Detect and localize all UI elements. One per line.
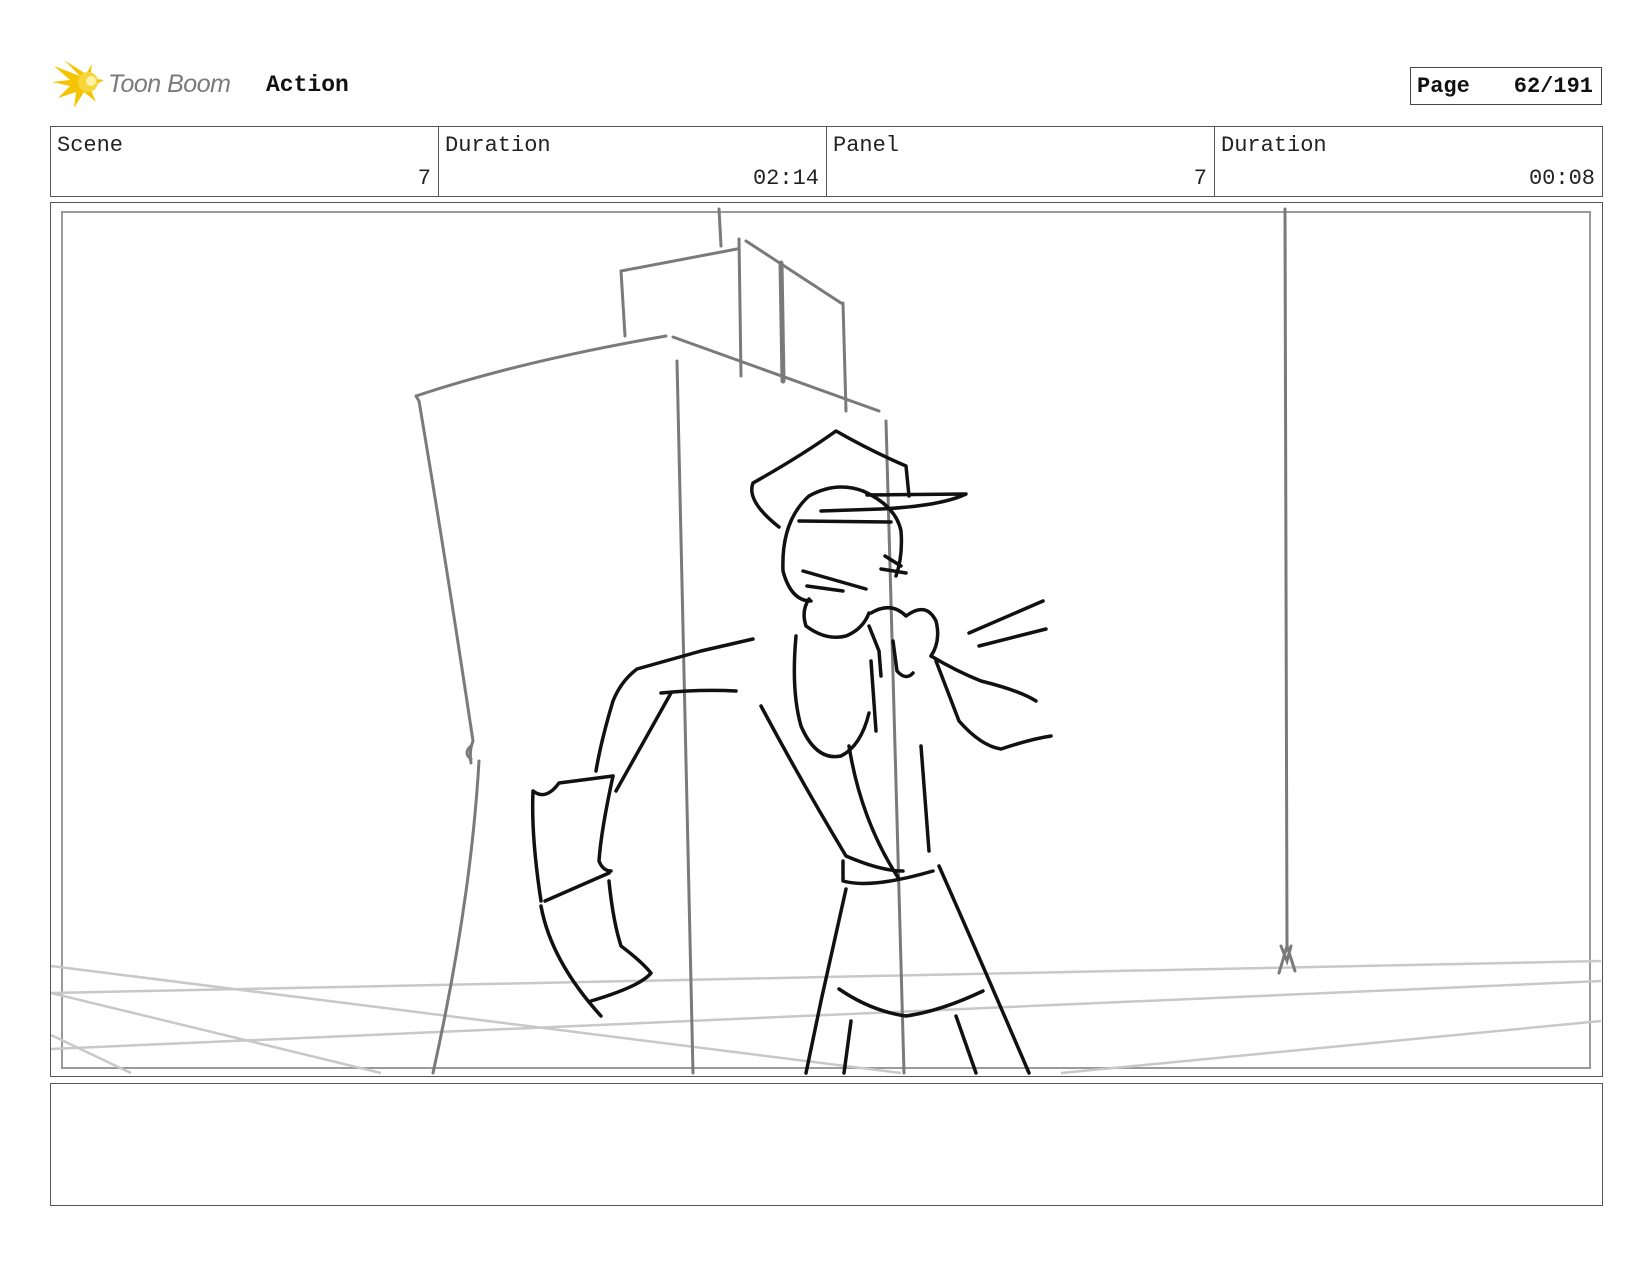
scene-cell: Scene 7 — [51, 127, 439, 196]
page-indicator: Page 62/191 — [1410, 67, 1602, 105]
scene-duration-label: Duration — [445, 133, 551, 158]
panel-label: Panel — [833, 133, 900, 158]
scene-duration-value: 02:14 — [752, 166, 819, 191]
panel-duration-label: Duration — [1221, 133, 1327, 158]
section-title: Action — [266, 72, 349, 98]
info-table: Scene 7 Duration 02:14 Panel 7 Duration … — [50, 126, 1603, 197]
panel-value: 7 — [1193, 166, 1207, 191]
scene-label: Scene — [57, 133, 124, 158]
scene-value: 7 — [417, 166, 431, 191]
brand-name: Toon Boom — [108, 69, 231, 98]
panel-cell: Panel 7 — [827, 127, 1215, 196]
panel-sketch — [51, 207, 1602, 1075]
page-label: Page — [1417, 73, 1470, 99]
background-building — [414, 207, 1297, 1075]
panel-notes[interactable] — [50, 1083, 1603, 1206]
safe-frame — [61, 211, 1591, 1069]
toon-boom-logo-icon — [52, 60, 104, 108]
storyboard-panel — [50, 202, 1603, 1077]
page-number: 62/191 — [1513, 73, 1593, 99]
panel-duration-value: 00:08 — [1528, 166, 1595, 191]
toon-boom-logo: Toon Boom — [52, 58, 231, 110]
panel-duration-cell: Duration 00:08 — [1215, 127, 1602, 196]
scene-duration-cell: Duration 02:14 — [439, 127, 827, 196]
